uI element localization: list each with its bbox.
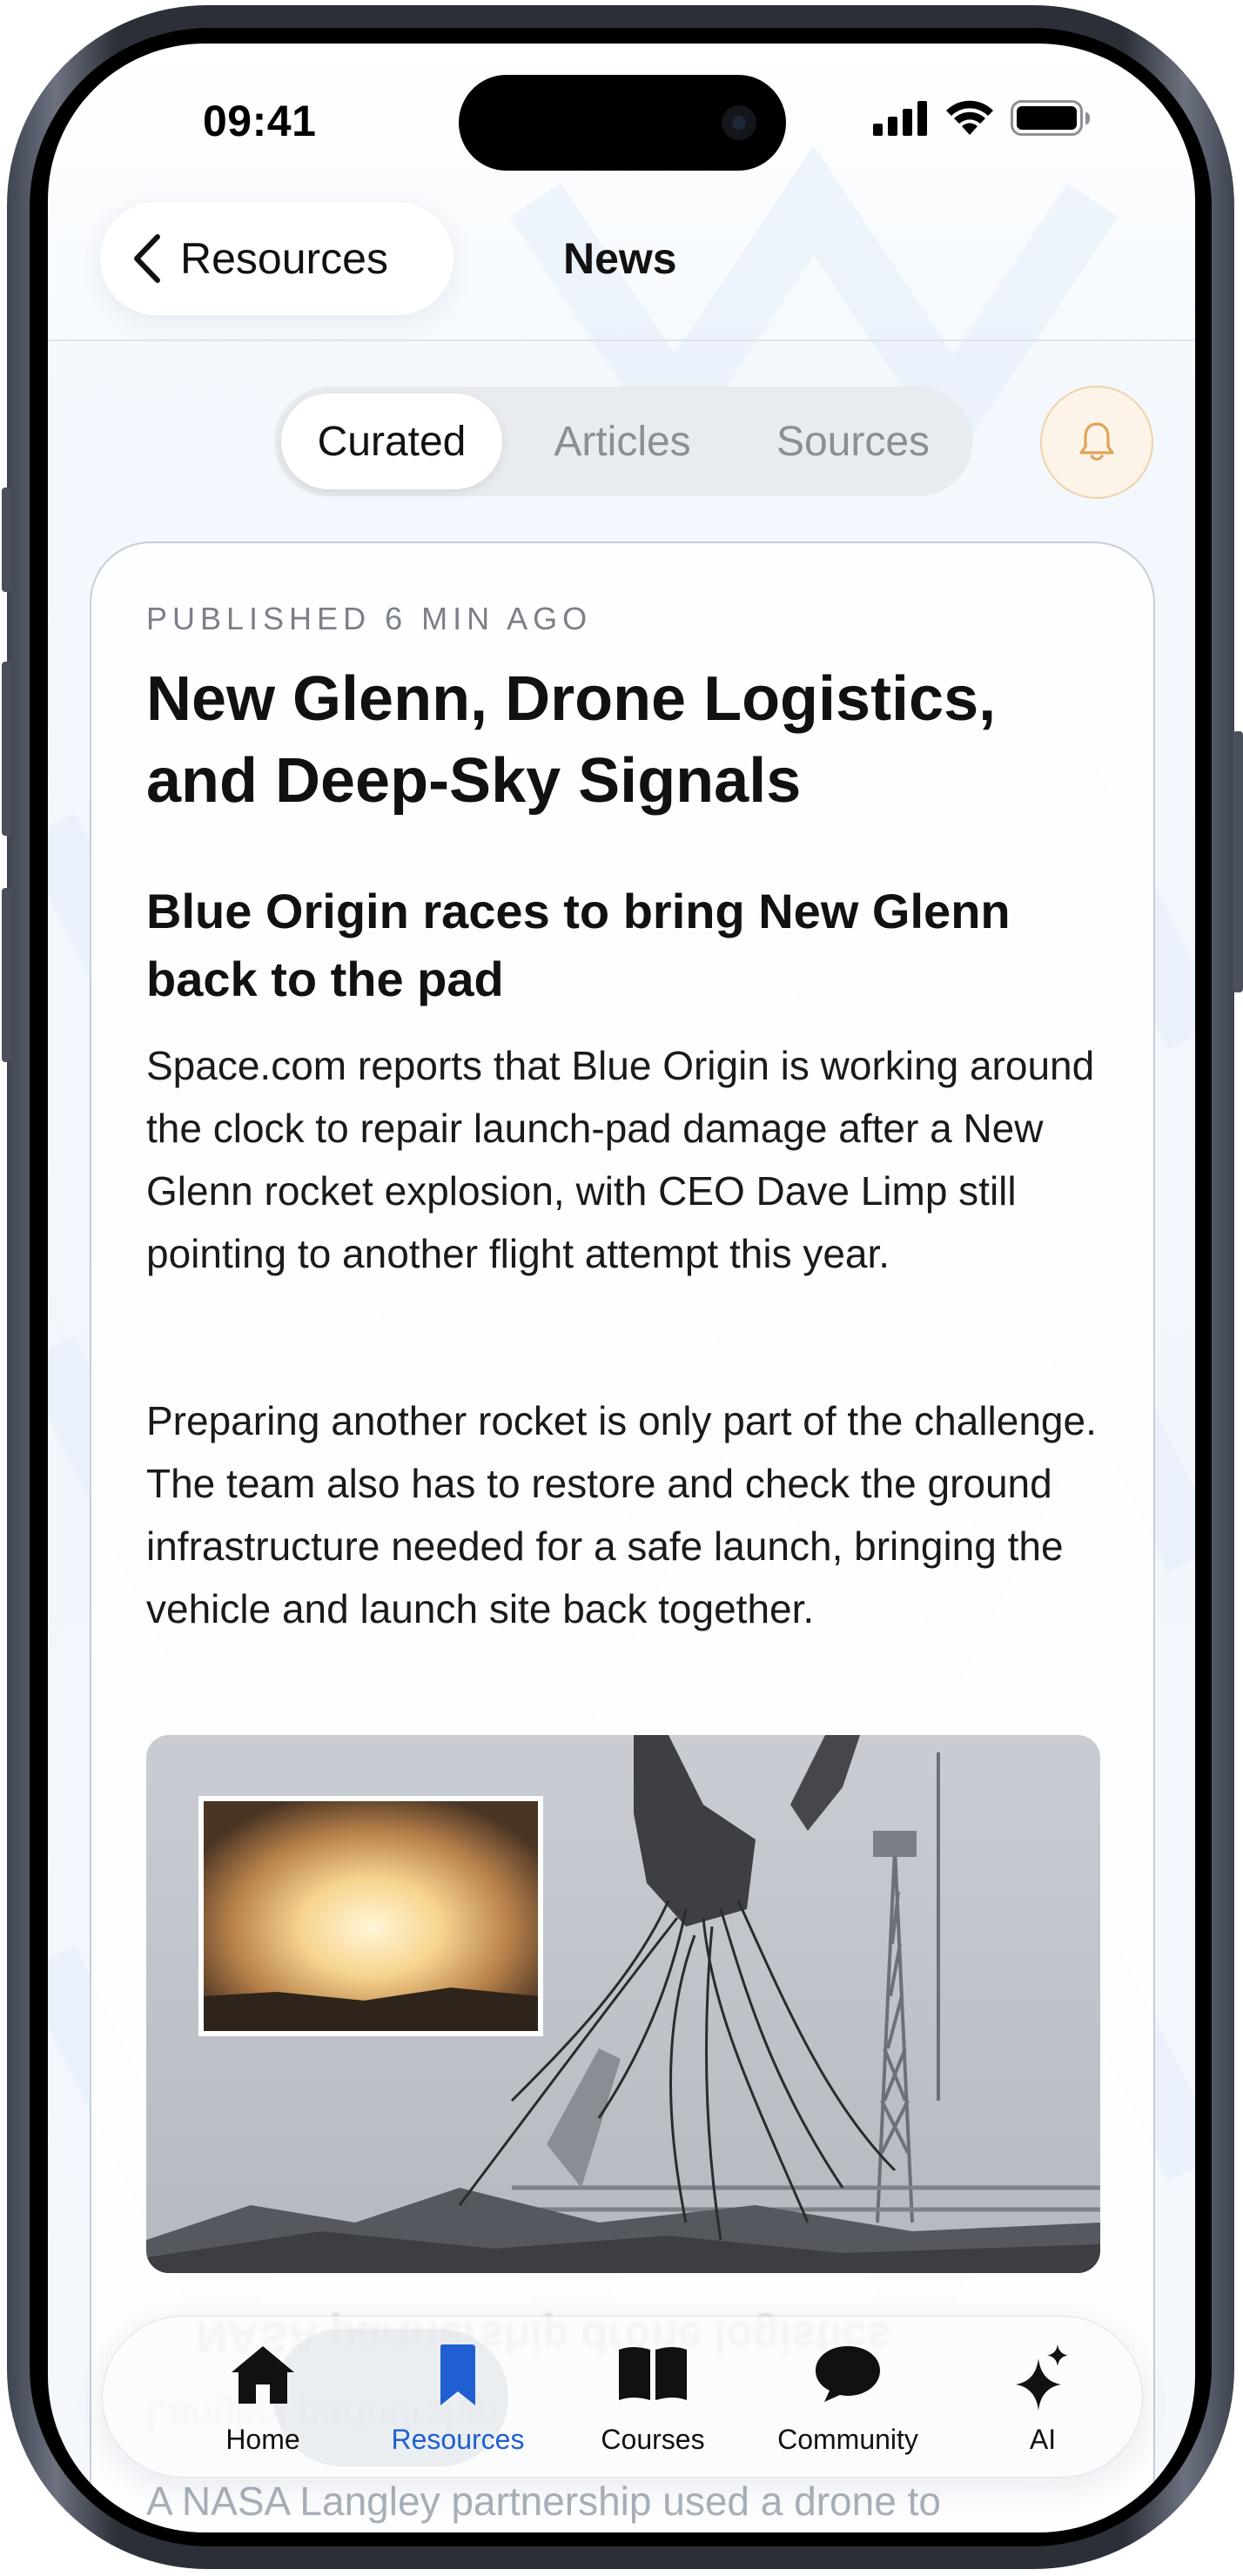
wifi-icon <box>946 100 993 135</box>
tab-community[interactable]: Community <box>761 2332 935 2463</box>
chat-bubble-icon <box>816 2346 880 2402</box>
dynamic-island <box>459 75 786 171</box>
status-time: 09:41 <box>203 97 317 145</box>
chevron-left-icon <box>134 234 160 283</box>
bell-icon <box>1079 422 1114 461</box>
tab-home[interactable]: Home <box>176 2332 350 2463</box>
sparkles-icon <box>1016 2344 1068 2411</box>
article-subheading: Blue Origin races to bring New Glenn bac… <box>146 884 1011 1006</box>
published-time: PUBLISHED 6 MIN AGO <box>146 601 593 636</box>
tab-bar: Home Resources Courses Community AI <box>102 2316 1143 2478</box>
book-icon <box>619 2347 687 2400</box>
segment-sources[interactable]: Sources <box>739 393 967 489</box>
front-camera <box>722 105 756 140</box>
back-button-label: Resources <box>180 234 388 283</box>
next-article-preview: A NASA Langley partnership used a drone … <box>146 2478 941 2524</box>
segment-curated[interactable]: Curated <box>281 393 502 489</box>
tab-ai[interactable]: AI <box>956 2332 1130 2463</box>
volume-up-button <box>2 662 12 836</box>
power-button <box>1233 731 1243 992</box>
tab-community-label: Community <box>777 2424 918 2455</box>
segmented-control: Curated Articles Sources <box>274 387 972 496</box>
article-paragraph: Preparing another rocket is only part of… <box>146 1398 1097 1631</box>
article-headline: New Glenn, Drone Logistics, and Deep-Sky… <box>146 664 997 816</box>
bookmark-icon <box>440 2344 475 2405</box>
launch-pad-debris-photo <box>146 1735 1100 2273</box>
back-button[interactable]: Resources <box>100 202 454 315</box>
notifications-button[interactable] <box>1040 386 1153 499</box>
battery-icon <box>1011 100 1090 136</box>
article-image <box>146 1735 1100 2273</box>
page-title: News <box>563 234 677 283</box>
segment-articles[interactable]: Articles <box>509 393 736 489</box>
article-paragraph: Space.com reports that Blue Origin is wo… <box>146 1043 1095 1276</box>
action-button <box>2 488 12 592</box>
tab-resources[interactable]: Resources <box>371 2332 545 2463</box>
status-icons <box>873 100 1091 136</box>
signal-icon <box>873 101 927 136</box>
volume-down-button <box>2 888 12 1062</box>
home-icon <box>232 2346 294 2404</box>
tab-resources-label: Resources <box>391 2424 525 2455</box>
header-divider <box>48 340 1195 341</box>
tab-ai-label: AI <box>1029 2424 1057 2455</box>
tab-courses-label: Courses <box>601 2424 705 2455</box>
screen: 09:41 Resources News Curated Articles So… <box>48 44 1195 2532</box>
tab-home-label: Home <box>225 2424 300 2455</box>
tab-courses[interactable]: Courses <box>566 2332 740 2463</box>
